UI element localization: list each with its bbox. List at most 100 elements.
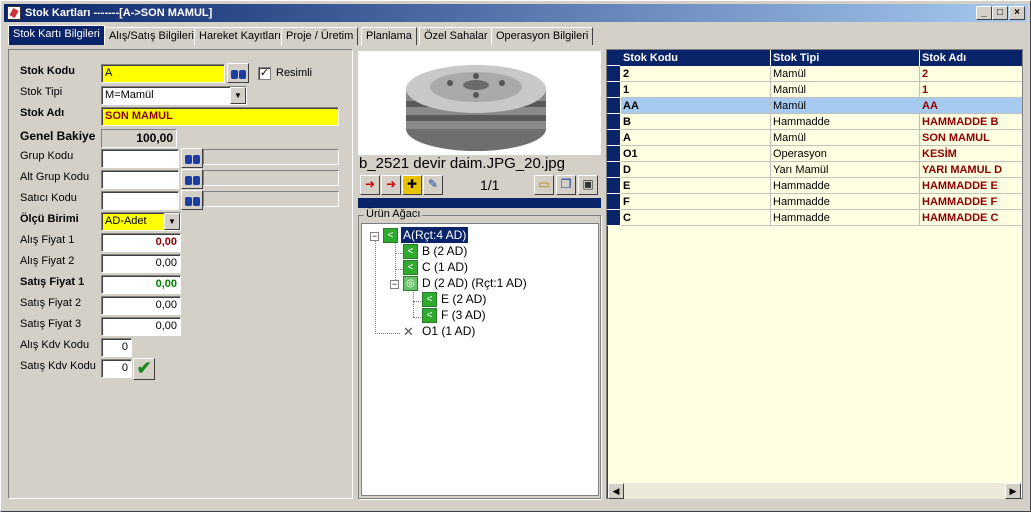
tree-node-d[interactable]: D (2 AD) (Rçt:1 AD) <box>422 275 527 291</box>
tab-hareket-kayitlari[interactable]: Hareket Kayıtları <box>194 27 286 45</box>
grid-header: Stok Kodu Stok Tipi Stok Adı <box>607 50 1022 66</box>
cell-stok-tipi[interactable]: Mamül <box>771 130 920 146</box>
cell-stok-kodu[interactable]: C <box>621 210 771 226</box>
cell-stok-adi[interactable]: HAMMADDE B <box>920 114 1022 130</box>
olcu-birimi-select[interactable]: AD-Adet ▼ <box>101 212 181 231</box>
cell-stok-tipi[interactable]: Hammadde <box>771 210 920 226</box>
satis-fiyat3-label: Satış Fiyat 3 <box>20 318 82 330</box>
product-tree-title: Ürün Ağacı <box>364 208 423 220</box>
alis-fiyat1-input[interactable]: 0,00 <box>101 233 181 252</box>
alis-fiyat2-input[interactable]: 0,00 <box>101 254 181 273</box>
tree-line <box>375 333 400 334</box>
product-tree[interactable]: − < A(Rçt:4 AD) < B (2 AD) < C (1 AD) − … <box>361 223 599 496</box>
cell-stok-kodu[interactable]: 2 <box>621 66 771 82</box>
cell-stok-kodu[interactable]: D <box>621 162 771 178</box>
cell-stok-kodu[interactable]: A <box>621 130 771 146</box>
grup-kodu-input[interactable] <box>101 149 179 168</box>
tree-node-o1[interactable]: O1 (1 AD) <box>422 323 475 339</box>
window-title: Stok Kartları -------[A->SON MAMUL] <box>25 7 213 19</box>
alt-grup-kodu-input[interactable] <box>101 170 179 189</box>
cell-stok-tipi[interactable]: Hammadde <box>771 178 920 194</box>
cell-stok-kodu[interactable]: F <box>621 194 771 210</box>
cell-stok-kodu[interactable]: E <box>621 178 771 194</box>
collapse-icon[interactable]: − <box>370 232 379 241</box>
stock-grid[interactable]: Stok Kodu Stok Tipi Stok Adı 2 Mamül 2 1 Mam… <box>606 49 1023 499</box>
tab-operasyon-bilgileri[interactable]: Operasyon Bilgileri <box>491 27 594 45</box>
cell-stok-adi[interactable]: 2 <box>920 66 1022 82</box>
component-icon: < <box>422 308 437 323</box>
stok-kodu-search-icon[interactable] <box>227 63 249 83</box>
satis-fiyat1-input[interactable]: 0,00 <box>101 275 181 294</box>
stok-tipi-value: M=Mamül <box>105 89 154 101</box>
pulley-image <box>406 65 546 151</box>
chevron-down-icon[interactable]: ▼ <box>230 87 246 104</box>
chevron-down-icon[interactable]: ▼ <box>164 213 180 230</box>
cell-stok-tipi[interactable]: Hammadde <box>771 114 920 130</box>
tab-planlama[interactable]: Planlama <box>361 27 417 45</box>
alt-grup-kodu-search-icon[interactable] <box>181 169 203 189</box>
tree-node-b[interactable]: B (2 AD) <box>422 243 467 259</box>
copy-icon[interactable]: ❐ <box>556 175 576 195</box>
cell-stok-tipi[interactable]: Mamül <box>771 66 920 82</box>
cell-stok-kodu[interactable]: AA <box>621 98 771 114</box>
tree-node-f[interactable]: F (3 AD) <box>441 307 486 323</box>
cell-stok-tipi[interactable]: Mamül <box>771 98 920 114</box>
cell-stok-kodu[interactable]: 1 <box>621 82 771 98</box>
cell-stok-adi[interactable]: HAMMADDE E <box>920 178 1022 194</box>
satis-kdv-input[interactable]: 0 <box>101 359 132 378</box>
cell-stok-adi[interactable]: KESİM <box>920 146 1022 162</box>
satis-fiyat1-label: Satış Fiyat 1 <box>20 276 85 288</box>
alis-kdv-input[interactable]: 0 <box>101 338 132 357</box>
tab-bar: Stok Kartı Bilgileri Alış/Satış Bilgiler… <box>8 25 1025 45</box>
grup-kodu-search-icon[interactable] <box>181 148 203 168</box>
alt-grup-kodu-label: Alt Grup Kodu <box>20 171 90 183</box>
col-stok-adi[interactable]: Stok Adı <box>920 50 1022 66</box>
stok-kodu-input[interactable]: A <box>101 64 225 83</box>
close-button[interactable]: × <box>1009 6 1025 20</box>
edit-image-icon[interactable]: ✎ <box>423 175 443 195</box>
cell-stok-adi[interactable]: 1 <box>920 82 1022 98</box>
tab-alis-satis-bilgileri[interactable]: Alış/Satış Bilgileri <box>104 27 199 45</box>
satis-fiyat2-input[interactable]: 0,00 <box>101 296 181 315</box>
cell-stok-tipi[interactable]: Mamül <box>771 82 920 98</box>
next-arrow-icon[interactable]: ➜ <box>381 175 401 195</box>
checkmark-icon[interactable]: ✔ <box>133 358 155 380</box>
save-icon[interactable]: ▣ <box>578 175 598 195</box>
satici-kodu-input[interactable] <box>101 191 179 210</box>
tree-node-a[interactable]: A(Rçt:4 AD) <box>401 227 469 243</box>
tab-stok-karti-bilgileri[interactable]: Stok Kartı Bilgileri <box>8 25 105 45</box>
satici-kodu-search-icon[interactable] <box>181 190 203 210</box>
cell-stok-adi[interactable]: YARI MAMUL D <box>920 162 1022 178</box>
tab-ozel-sahalar[interactable]: Özel Sahalar <box>419 27 493 45</box>
scroll-left-icon[interactable]: ◀ <box>608 483 624 499</box>
cell-stok-adi[interactable]: HAMMADDE F <box>920 194 1022 210</box>
cell-stok-tipi[interactable]: Yarı Mamül <box>771 162 920 178</box>
satis-fiyat3-input[interactable]: 0,00 <box>101 317 181 336</box>
cell-stok-adi[interactable]: AA <box>920 98 1022 114</box>
stok-tipi-select[interactable]: M=Mamül ▼ <box>101 86 247 105</box>
open-folder-icon[interactable]: ▭ <box>534 175 554 195</box>
col-stok-kodu[interactable]: Stok Kodu <box>621 50 771 66</box>
row-indicator <box>607 178 620 194</box>
scroll-right-icon[interactable]: ▶ <box>1005 483 1021 499</box>
tree-node-c[interactable]: C (1 AD) <box>422 259 468 275</box>
cell-stok-tipi[interactable]: Hammadde <box>771 194 920 210</box>
grup-kodu-label: Grup Kodu <box>20 150 74 162</box>
stok-adi-input[interactable]: SON MAMUL <box>101 107 339 126</box>
col-stok-tipi[interactable]: Stok Tipi <box>771 50 920 66</box>
prev-arrow-icon[interactable]: ➜ <box>360 175 380 195</box>
minimize-button[interactable]: _ <box>976 6 992 20</box>
cell-stok-tipi[interactable]: Operasyon <box>771 146 920 162</box>
maximize-button[interactable]: □ <box>992 6 1008 20</box>
horizontal-scrollbar[interactable]: ◀ ▶ <box>608 483 1021 499</box>
alt-grup-kodu-desc <box>203 170 339 186</box>
tree-node-e[interactable]: E (2 AD) <box>441 291 486 307</box>
cell-stok-adi[interactable]: SON MAMUL <box>920 130 1022 146</box>
cell-stok-kodu[interactable]: O1 <box>621 146 771 162</box>
cell-stok-adi[interactable]: HAMMADDE C <box>920 210 1022 226</box>
collapse-icon[interactable]: − <box>390 280 399 289</box>
cell-stok-kodu[interactable]: B <box>621 114 771 130</box>
add-image-icon[interactable]: ✚ <box>402 175 422 195</box>
resimli-checkbox[interactable]: ✓ <box>258 67 271 80</box>
tab-proje-uretim[interactable]: Proje / Üretim <box>281 27 359 45</box>
